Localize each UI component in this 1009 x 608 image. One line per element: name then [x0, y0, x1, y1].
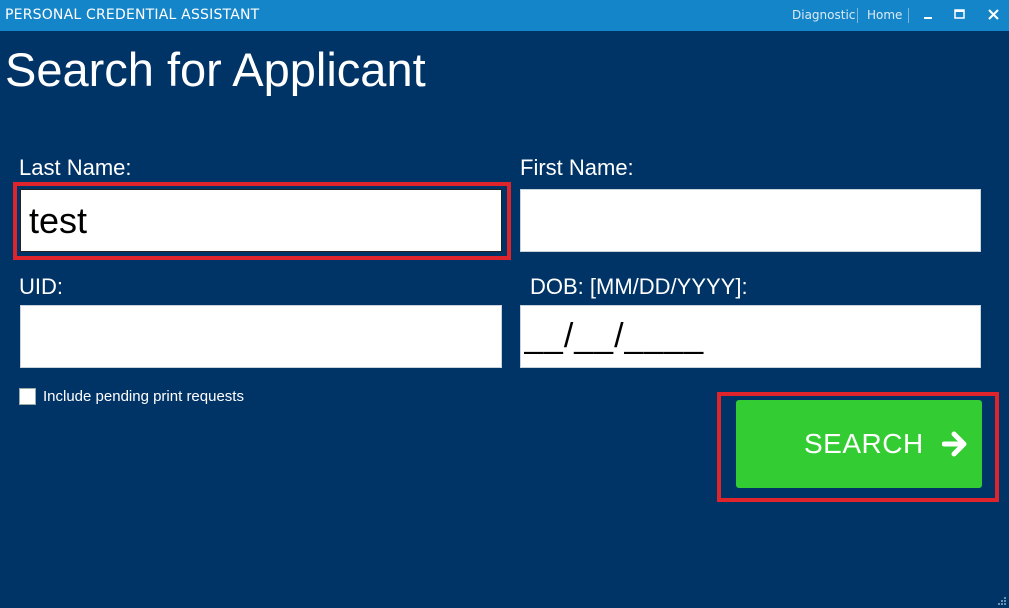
uid-label: UID: — [19, 274, 63, 299]
dob-label: DOB: [MM/DD/YYYY]: — [530, 274, 748, 299]
search-button[interactable]: SEARCH — [736, 400, 982, 488]
close-button[interactable] — [981, 4, 1007, 26]
maximize-icon — [954, 9, 965, 19]
include-pending-checkbox[interactable] — [19, 388, 36, 405]
close-icon — [988, 9, 999, 20]
diagnostic-link[interactable]: Diagnostic — [792, 8, 855, 22]
page-title: Search for Applicant — [5, 43, 426, 96]
resize-grip-icon[interactable] — [997, 596, 1007, 606]
title-divider — [908, 8, 909, 23]
minimize-icon — [924, 17, 932, 19]
last-name-input[interactable] — [20, 189, 502, 252]
arrow-right-icon — [942, 431, 967, 457]
search-button-label: SEARCH — [804, 428, 924, 459]
dob-input[interactable] — [520, 305, 981, 368]
uid-input[interactable] — [20, 305, 502, 368]
title-divider — [857, 8, 858, 23]
first-name-label: First Name: — [520, 155, 634, 180]
first-name-input[interactable] — [520, 189, 981, 252]
title-bar: PERSONAL CREDENTIAL ASSISTANT Diagnostic… — [0, 0, 1009, 31]
last-name-label: Last Name: — [19, 155, 132, 180]
maximize-button[interactable] — [947, 4, 973, 26]
minimize-button[interactable] — [915, 4, 941, 26]
app-title: PERSONAL CREDENTIAL ASSISTANT — [5, 7, 260, 23]
home-link[interactable]: Home — [867, 8, 902, 22]
include-pending-label: Include pending print requests — [43, 388, 244, 405]
